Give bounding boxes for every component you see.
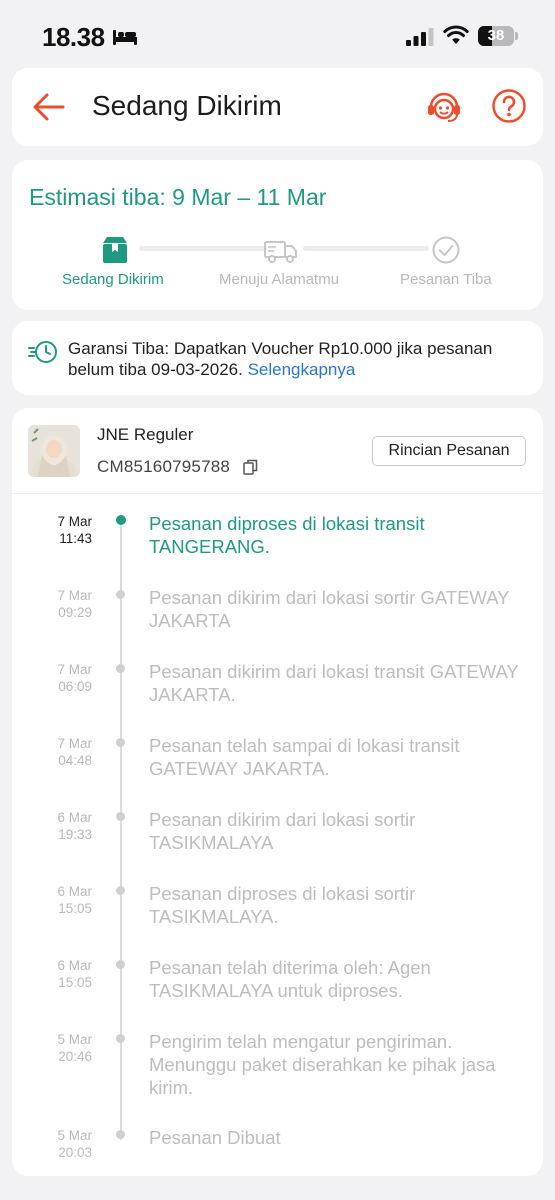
- timeline-timestamp: 7 Mar 09:29: [32, 587, 92, 621]
- tracking-number: CM85160795788: [97, 457, 231, 476]
- timeline-timestamp: 6 Mar 15:05: [32, 883, 92, 917]
- timeline-time: 15:05: [58, 901, 92, 916]
- timeline-line: [120, 520, 122, 1140]
- product-image: [28, 425, 80, 477]
- status-time: 18.38: [42, 22, 105, 52]
- courier-name: JNE Reguler: [97, 425, 194, 444]
- timeline-date: 7 Mar: [57, 662, 92, 677]
- timeline-dot: [116, 664, 125, 673]
- progress-line-1: [139, 246, 267, 251]
- timeline-description: Pesanan telah diterima oleh: Agen TASIKM…: [149, 957, 431, 1001]
- header-bar: Sedang Dikirim: [12, 68, 543, 146]
- timeline-timestamp: 5 Mar 20:46: [32, 1031, 92, 1065]
- timeline-dot: [116, 590, 125, 599]
- truck-icon: [264, 241, 297, 263]
- timeline-time: 04:48: [58, 753, 92, 768]
- timeline-time: 06:09: [58, 679, 92, 694]
- page-title: Sedang Dikirim: [92, 90, 282, 121]
- timeline-time: 09:29: [58, 605, 92, 620]
- timeline-dot: [116, 886, 125, 895]
- back-arrow-icon[interactable]: [30, 88, 68, 126]
- timeline-description: Pesanan telah sampai di lokasi transit G…: [149, 735, 460, 779]
- timeline-description: Pesanan dikirim dari lokasi sortir GATEW…: [149, 587, 510, 631]
- timeline-timestamp: 7 Mar 04:48: [32, 735, 92, 769]
- timeline-dot: [116, 515, 126, 525]
- timeline-date: 6 Mar: [57, 884, 92, 899]
- timeline-description: Pesanan dikirim dari lokasi transit GATE…: [149, 661, 519, 705]
- timeline-description: Pesanan diproses di lokasi sortir TASIKM…: [149, 883, 416, 927]
- arrival-guarantee-card[interactable]: Garansi Tiba: Dapatkan Voucher Rp10.000 …: [12, 321, 543, 395]
- timeline-time: 20:03: [58, 1145, 92, 1160]
- timeline-date: 6 Mar: [57, 810, 92, 825]
- copy-icon[interactable]: [243, 459, 258, 475]
- timeline-timestamp: 6 Mar 19:33: [32, 809, 92, 843]
- estimate-title: Estimasi tiba: 9 Mar – 11 Mar: [29, 184, 327, 210]
- order-details-button[interactable]: Rincian Pesanan: [372, 436, 526, 466]
- step-label-arrived: Pesanan Tiba: [400, 271, 492, 288]
- battery-indicator: 38: [478, 26, 518, 46]
- guarantee-text: Garansi Tiba: Dapatkan Voucher Rp10.000 …: [68, 338, 528, 380]
- step-label-on-the-way: Menuju Alamatmu: [219, 271, 340, 288]
- timeline-date: 7 Mar: [57, 514, 92, 529]
- timeline-dot: [116, 738, 125, 747]
- cellular-signal-icon: [406, 28, 434, 46]
- timeline-time: 15:05: [58, 975, 92, 990]
- divider: [12, 493, 543, 494]
- shipment-tracking-card: JNE Reguler CM85160795788 Rincian Pesana…: [12, 408, 543, 1176]
- product-thumbnail[interactable]: [28, 425, 80, 477]
- sleep-mode-icon: [113, 30, 137, 45]
- battery-icon: 38: [478, 26, 514, 46]
- timeline-description: Pesanan diproses di lokasi transit TANGE…: [149, 513, 425, 557]
- fast-clock-icon: [28, 341, 57, 363]
- step-label-shipping: Sedang Dikirim: [62, 271, 164, 288]
- battery-tip: [515, 32, 518, 40]
- check-circle-icon: [432, 236, 460, 264]
- timeline-description: Pesanan dikirim dari lokasi sortir TASIK…: [149, 809, 416, 853]
- progress-line-2: [303, 246, 429, 251]
- timeline-dot: [116, 1034, 125, 1043]
- timeline-date: 5 Mar: [57, 1032, 92, 1047]
- timeline-date: 5 Mar: [57, 1128, 92, 1143]
- timeline-dot: [116, 960, 125, 969]
- timeline-dot: [116, 1130, 125, 1139]
- timeline-description: Pesanan Dibuat: [149, 1127, 281, 1148]
- timeline-time: 19:33: [58, 827, 92, 842]
- see-more-link[interactable]: Selengkapnya: [248, 360, 356, 379]
- timeline-date: 7 Mar: [57, 736, 92, 751]
- timeline-timestamp: 5 Mar 20:03: [32, 1127, 92, 1161]
- timeline-description: Pengirim telah mengatur pengiriman. Menu…: [149, 1031, 496, 1098]
- timeline-date: 7 Mar: [57, 588, 92, 603]
- battery-level: 38: [487, 27, 505, 44]
- timeline-date: 6 Mar: [57, 958, 92, 973]
- timeline-timestamp: 7 Mar 06:09: [32, 661, 92, 695]
- delivery-estimate-card: Estimasi tiba: 9 Mar – 11 Mar Sedang Dik…: [12, 160, 543, 310]
- timeline-time: 20:46: [58, 1049, 92, 1064]
- timeline-time: 11:43: [59, 531, 92, 546]
- help-icon[interactable]: [491, 88, 527, 124]
- box-icon: [103, 237, 127, 263]
- wifi-icon: [443, 25, 469, 44]
- status-bar: 18.38 38: [0, 0, 555, 62]
- timeline-timestamp: 7 Mar 11:43: [32, 513, 92, 547]
- customer-service-icon[interactable]: [425, 88, 463, 126]
- timeline-timestamp: 6 Mar 15:05: [32, 957, 92, 991]
- timeline-dot: [116, 812, 125, 821]
